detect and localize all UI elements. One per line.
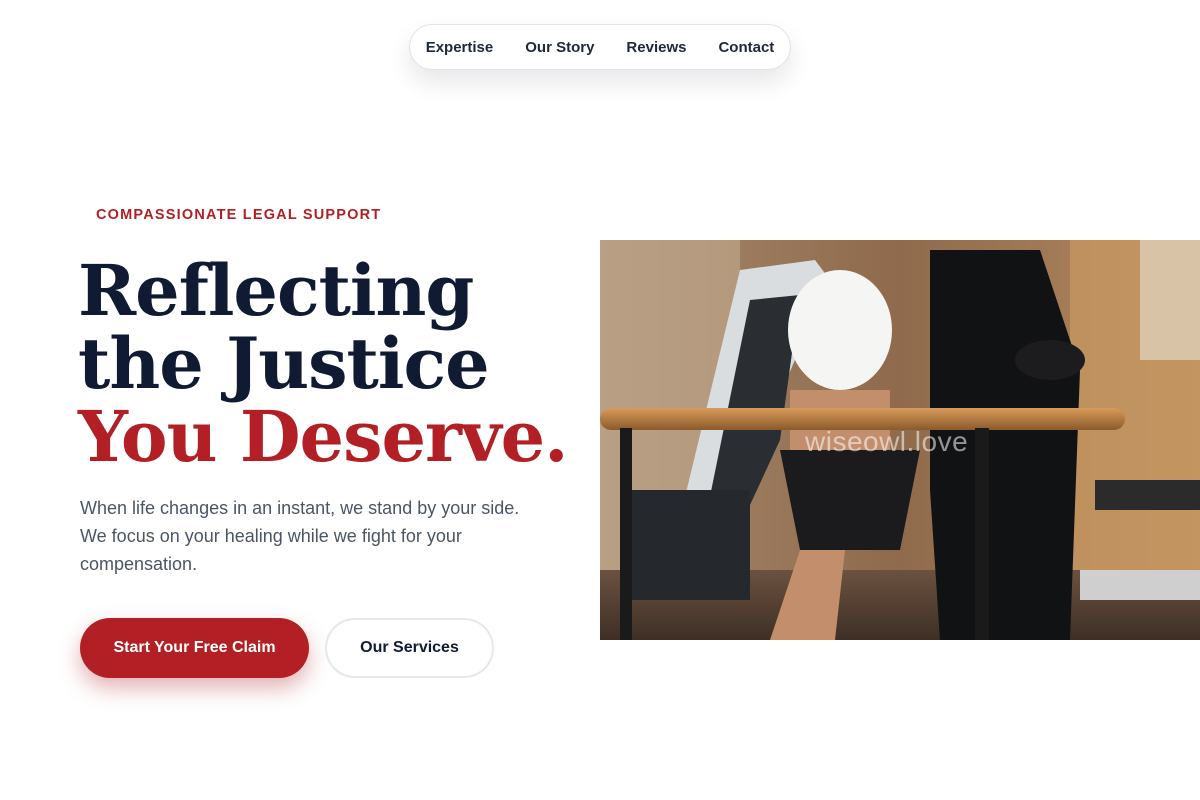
nav-link-reviews[interactable]: Reviews xyxy=(626,39,686,56)
headline-line-1: Reflecting xyxy=(78,249,474,332)
nav-link-contact[interactable]: Contact xyxy=(718,39,774,56)
page: Expertise Our Story Reviews Contact COMP… xyxy=(0,0,1200,800)
top-nav: Expertise Our Story Reviews Contact xyxy=(409,24,791,70)
nav-link-our-story[interactable]: Our Story xyxy=(525,39,594,56)
start-free-claim-button[interactable]: Start Your Free Claim xyxy=(80,618,309,678)
image-watermark: wiseowl.love xyxy=(805,426,969,457)
headline-line-3-accent: You Deserve. xyxy=(78,395,568,478)
hero-image: wiseowl.love xyxy=(600,240,1200,640)
hero-subtext: When life changes in an instant, we stan… xyxy=(80,498,520,574)
hero-headline: Reflecting the Justice You Deserve. xyxy=(78,249,568,478)
headline-line-2: the Justice xyxy=(78,322,490,405)
hero-eyebrow: COMPASSIONATE LEGAL SUPPORT xyxy=(96,207,382,223)
our-services-button[interactable]: Our Services xyxy=(325,618,494,678)
nav-link-expertise[interactable]: Expertise xyxy=(426,39,494,56)
